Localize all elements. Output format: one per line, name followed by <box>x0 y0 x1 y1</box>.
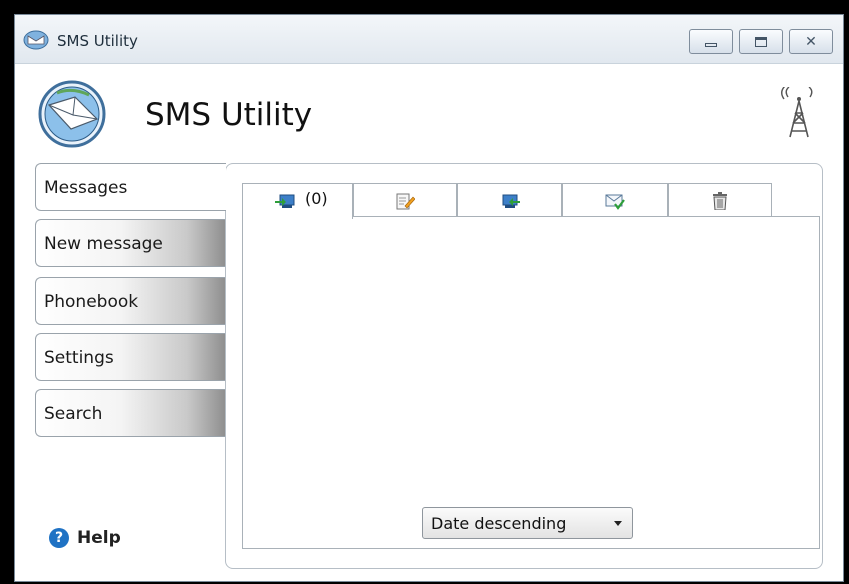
close-icon: ✕ <box>805 33 817 50</box>
window-controls: ✕ <box>689 29 833 54</box>
sidebar-item-label: New message <box>44 234 163 254</box>
help-link[interactable]: ? Help <box>49 528 121 548</box>
help-icon: ? <box>49 528 69 548</box>
tab-inbox[interactable]: (0) <box>242 183 353 219</box>
sort-order-value: Date descending <box>431 514 567 533</box>
window-title: SMS Utility <box>57 32 138 50</box>
inbox-icon <box>275 194 295 208</box>
sent-icon <box>605 194 625 210</box>
tab-trash[interactable] <box>668 183 772 216</box>
app-small-icon <box>23 30 49 50</box>
app-title: SMS Utility <box>145 97 313 133</box>
sidebar-item-label: Phonebook <box>44 292 139 312</box>
sidebar-item-new-message[interactable]: New message <box>35 219 225 267</box>
title-bar: SMS Utility ✕ <box>15 15 843 64</box>
drafts-icon <box>396 193 415 210</box>
outbox-icon <box>502 194 520 208</box>
maximize-icon <box>755 36 767 47</box>
signal-tower-icon <box>781 87 813 138</box>
sidebar-item-settings[interactable]: Settings <box>35 333 225 381</box>
envelope-globe-icon <box>38 80 106 148</box>
tab-drafts[interactable] <box>353 183 457 216</box>
tab-outbox[interactable] <box>457 183 562 216</box>
app-window: SMS Utility ✕ SMS Utility Messages New m… <box>14 14 844 582</box>
maximize-button[interactable] <box>739 29 783 54</box>
sidebar-item-label: Search <box>44 404 103 424</box>
trash-icon <box>713 192 727 210</box>
minimize-icon <box>705 42 717 47</box>
minimize-button[interactable] <box>689 29 733 54</box>
help-label: Help <box>77 528 121 548</box>
tab-sent[interactable] <box>562 183 668 216</box>
sidebar-item-search[interactable]: Search <box>35 389 225 437</box>
chevron-down-icon <box>614 521 622 526</box>
message-list[interactable] <box>242 216 820 549</box>
sidebar-item-label: Settings <box>44 348 114 368</box>
sidebar-item-phonebook[interactable]: Phonebook <box>35 277 225 325</box>
close-button[interactable]: ✕ <box>789 29 833 54</box>
sidebar-item-label: Messages <box>44 178 128 198</box>
inbox-count: (0) <box>305 189 328 208</box>
sort-order-select[interactable]: Date descending <box>422 507 633 539</box>
sidebar-item-messages[interactable]: Messages <box>35 163 226 211</box>
